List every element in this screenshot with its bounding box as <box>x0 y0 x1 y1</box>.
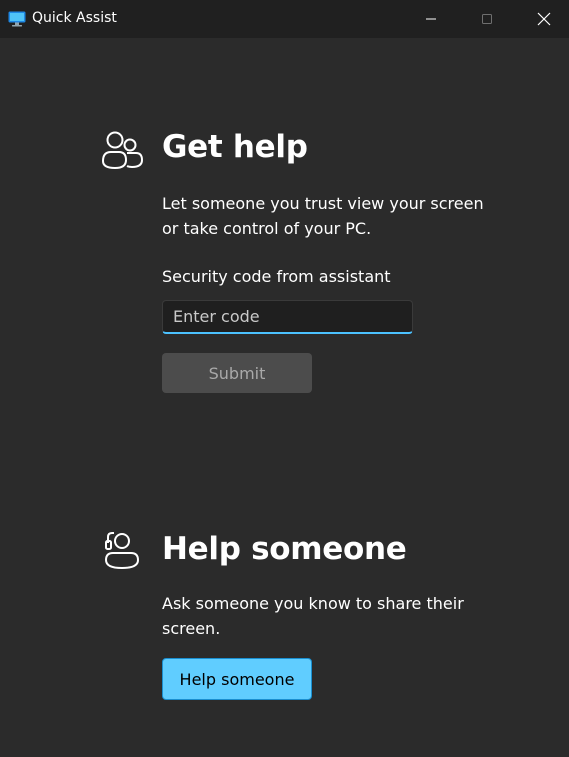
quick-assist-window: Quick Assist Get help Let someone you tr… <box>0 0 569 757</box>
close-button[interactable] <box>521 0 567 38</box>
window-title: Quick Assist <box>32 10 117 26</box>
title-bar[interactable]: Quick Assist <box>0 0 569 38</box>
submit-button[interactable]: Submit <box>162 353 312 393</box>
get-help-title: Get help <box>162 129 308 165</box>
maximize-icon <box>482 14 492 24</box>
security-code-input[interactable] <box>162 300 413 334</box>
minimize-icon <box>426 18 436 20</box>
help-someone-description: Ask someone you know to share their scre… <box>162 594 464 638</box>
help-someone-title: Help someone <box>162 531 407 567</box>
get-help-description: Let someone you trust view your screen o… <box>162 194 484 238</box>
person-headset-icon <box>104 532 140 570</box>
minimize-button[interactable] <box>408 0 454 38</box>
close-icon <box>537 12 551 26</box>
maximize-button[interactable] <box>464 0 510 38</box>
quick-assist-app-icon <box>8 11 26 27</box>
help-someone-button[interactable]: Help someone <box>162 658 312 700</box>
security-code-label: Security code from assistant <box>162 267 391 286</box>
people-icon <box>101 131 144 170</box>
